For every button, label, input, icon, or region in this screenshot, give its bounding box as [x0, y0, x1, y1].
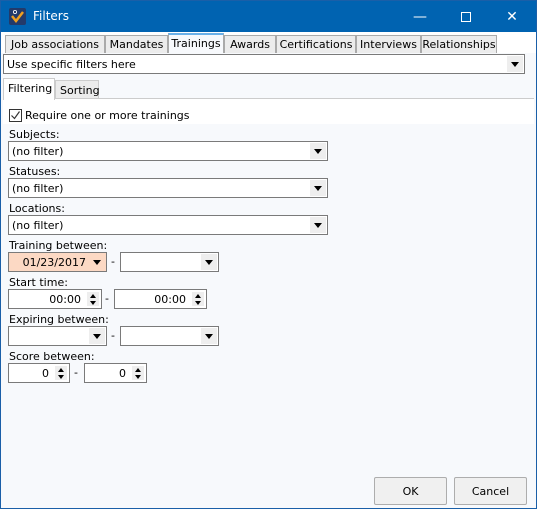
start-time-label: Start time: [9, 276, 68, 289]
locations-select[interactable]: (no filter) [8, 215, 328, 235]
locations-label: Locations: [9, 202, 65, 215]
maximize-icon [461, 11, 471, 22]
tab-filtering[interactable]: Filtering [3, 78, 55, 100]
score-between-label: Score between: [9, 350, 95, 363]
checkmark-icon [11, 111, 20, 120]
spinner-arrows[interactable] [132, 366, 144, 380]
tab-sorting[interactable]: Sorting [55, 80, 100, 99]
start-time-to-value: 00:00 [154, 293, 186, 306]
range-separator: - [111, 329, 115, 342]
subjects-value: (no filter) [12, 145, 64, 158]
app-icon [9, 8, 26, 25]
training-from-date[interactable]: 01/23/2017 [8, 252, 107, 272]
ok-button[interactable]: OK [374, 477, 447, 505]
window-title: Filters [33, 9, 69, 23]
statuses-label: Statuses: [9, 165, 61, 178]
maximize-button[interactable] [443, 1, 489, 32]
tab-mandates[interactable]: Mandates [105, 35, 168, 53]
start-time-from[interactable]: 00:00 [8, 289, 102, 309]
score-from-value: 0 [42, 367, 49, 380]
spinner-arrows[interactable] [192, 292, 204, 306]
chevron-down-icon[interactable] [201, 254, 217, 270]
statuses-value: (no filter) [12, 182, 64, 195]
training-between-label: Training between: [9, 239, 108, 252]
score-to[interactable]: 0 [84, 363, 147, 383]
cancel-button[interactable]: Cancel [454, 477, 527, 505]
start-time-from-value: 00:00 [49, 293, 81, 306]
chevron-down-icon[interactable] [507, 56, 523, 72]
start-time-to[interactable]: 00:00 [114, 289, 207, 309]
training-to-date[interactable] [120, 252, 219, 272]
filter-mode-select[interactable]: Use specific filters here [3, 54, 525, 74]
expiring-between-label: Expiring between: [9, 313, 109, 326]
tab-job-associations[interactable]: Job associations [5, 35, 105, 53]
statuses-select[interactable]: (no filter) [8, 178, 328, 198]
minimize-icon: — [413, 8, 427, 25]
tab-certifications[interactable]: Certifications [276, 35, 356, 53]
chevron-down-icon[interactable] [201, 328, 217, 344]
category-tabs: Job associations Mandates Trainings Awar… [1, 32, 536, 53]
close-button[interactable]: ✕ [489, 1, 535, 32]
spinner-arrows[interactable] [87, 292, 99, 306]
filters-dialog: Filters — ✕ Job associations Mandates Tr… [0, 0, 537, 509]
expiring-to-date[interactable] [120, 326, 219, 346]
chevron-down-icon[interactable] [310, 180, 326, 196]
expiring-from-date[interactable] [8, 326, 107, 346]
tab-trainings[interactable]: Trainings [168, 33, 224, 53]
training-from-value: 01/23/2017 [22, 256, 86, 269]
tab-awards[interactable]: Awards [224, 35, 276, 53]
range-separator: - [105, 292, 109, 305]
range-separator: - [74, 366, 78, 379]
tab-interviews[interactable]: Interviews [356, 35, 421, 53]
title-bar: Filters — ✕ [1, 1, 536, 32]
require-trainings-label: Require one or more trainings [25, 109, 190, 122]
range-separator: - [111, 255, 115, 268]
score-to-value: 0 [119, 367, 126, 380]
chevron-down-icon[interactable] [89, 328, 105, 344]
chevron-down-icon[interactable] [89, 254, 105, 270]
chevron-down-icon[interactable] [310, 217, 326, 233]
chevron-down-icon[interactable] [310, 143, 326, 159]
minimize-button[interactable]: — [397, 1, 443, 32]
tab-relationships[interactable]: Relationships [421, 35, 497, 53]
close-icon: ✕ [506, 8, 518, 25]
score-from[interactable]: 0 [8, 363, 70, 383]
filter-mode-value: Use specific filters here [7, 58, 136, 71]
locations-value: (no filter) [12, 219, 64, 232]
spinner-arrows[interactable] [55, 366, 67, 380]
require-trainings-checkbox[interactable] [9, 109, 22, 122]
subjects-label: Subjects: [9, 128, 60, 141]
subjects-select[interactable]: (no filter) [8, 141, 328, 161]
